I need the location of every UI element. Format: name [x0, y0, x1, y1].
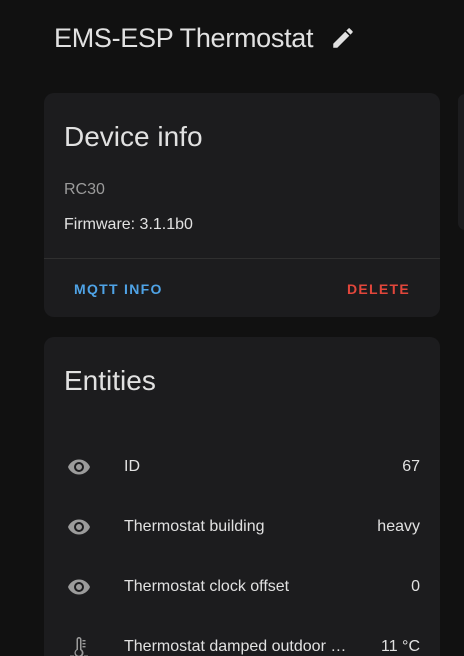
- device-info-card: Device info RC30 Firmware: 3.1.1b0 MQTT …: [44, 93, 440, 317]
- entity-row-id[interactable]: ID 67: [44, 447, 440, 487]
- mqtt-info-button[interactable]: MQTT INFO: [74, 281, 163, 297]
- eye-icon: [68, 459, 90, 475]
- entity-value: 11 °C: [380, 638, 420, 655]
- page-title: EMS-ESP Thermostat: [54, 22, 314, 53]
- entity-value: heavy: [377, 518, 420, 535]
- eye-icon: [68, 519, 90, 535]
- thermometer-icon: [70, 637, 88, 656]
- entity-name: Thermostat building: [124, 518, 265, 535]
- firmware-version: Firmware: 3.1.1b0: [64, 216, 193, 233]
- entity-value: 67: [402, 458, 420, 475]
- eye-icon: [68, 579, 90, 595]
- entity-row-thermostat-building[interactable]: Thermostat building heavy: [44, 507, 440, 547]
- entity-name: Thermostat clock offset: [124, 578, 290, 595]
- page-header: EMS-ESP Thermostat: [54, 22, 359, 54]
- adjacent-card-edge: [458, 94, 464, 230]
- edit-button[interactable]: [327, 22, 359, 54]
- entity-row-thermostat-damped-outdoor[interactable]: Thermostat damped outdoor … 11 °C: [44, 627, 440, 656]
- entity-name: ID: [124, 458, 140, 475]
- entity-row-thermostat-clock-offset[interactable]: Thermostat clock offset 0: [44, 567, 440, 607]
- entities-card: Entities ID 67 Thermostat building heavy…: [44, 337, 440, 656]
- device-info-title: Device info: [64, 121, 203, 152]
- page: EMS-ESP Thermostat Device info RC30 Firm…: [0, 0, 464, 656]
- device-model: RC30: [64, 181, 105, 198]
- pencil-icon: [333, 28, 353, 48]
- card-divider: [44, 258, 440, 259]
- delete-button[interactable]: DELETE: [347, 281, 410, 297]
- entity-name: Thermostat damped outdoor …: [124, 638, 347, 655]
- entities-title: Entities: [64, 365, 156, 396]
- entity-value: 0: [411, 578, 420, 595]
